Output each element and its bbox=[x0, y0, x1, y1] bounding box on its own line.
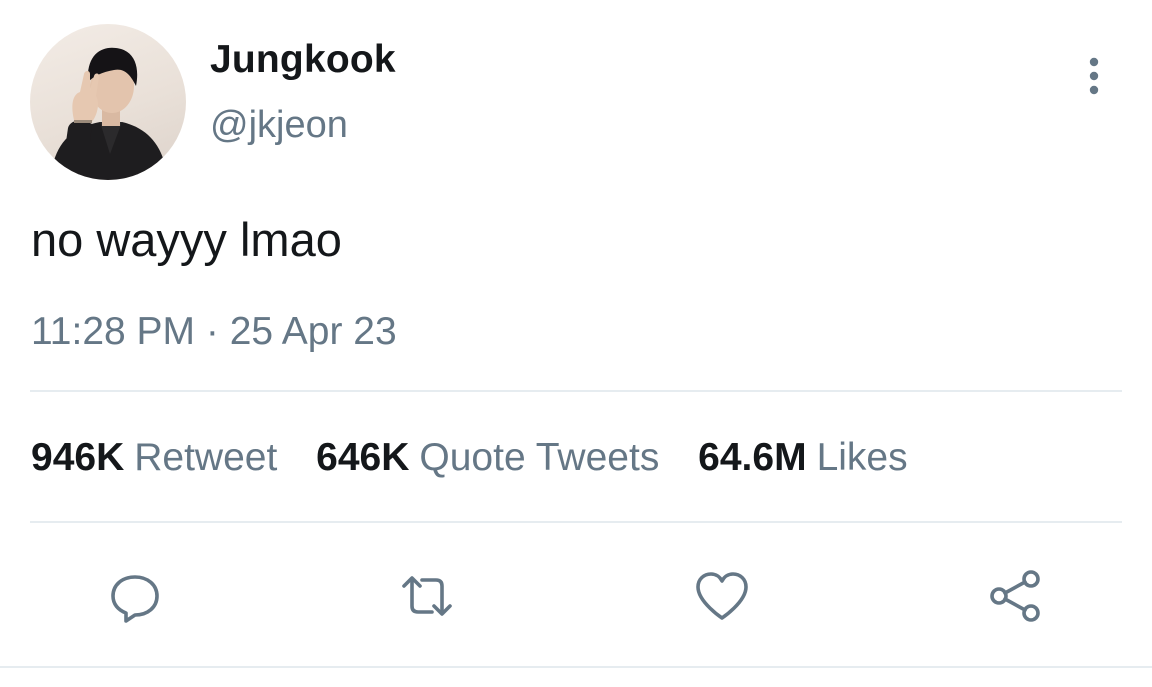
share-button[interactable] bbox=[987, 567, 1045, 625]
like-button[interactable] bbox=[693, 567, 751, 625]
profile-photo-icon bbox=[50, 47, 168, 180]
avatar[interactable] bbox=[30, 24, 186, 180]
tweet-card: Jungkook @jkjeon no wayyy lmao 11:28 PM … bbox=[0, 0, 1152, 687]
tweet-timestamp[interactable]: 11:28 PM · 25 Apr 23 bbox=[31, 310, 397, 354]
stat-quote-tweets[interactable]: 646K Quote Tweets bbox=[316, 436, 659, 480]
stat-label: Likes bbox=[816, 436, 908, 479]
share-icon bbox=[987, 567, 1045, 625]
divider bbox=[0, 666, 1152, 668]
divider bbox=[30, 521, 1122, 523]
stat-count: 946K bbox=[31, 436, 125, 479]
heart-icon bbox=[693, 568, 751, 624]
author-handle[interactable]: @jkjeon bbox=[210, 104, 348, 147]
author-name[interactable]: Jungkook bbox=[210, 38, 396, 82]
engagement-stats: 946K Retweet 646K Quote Tweets 64.6M Likes bbox=[31, 436, 936, 480]
stat-label: Retweet bbox=[134, 436, 278, 479]
retweet-button[interactable] bbox=[398, 567, 456, 625]
retweet-icon bbox=[398, 568, 456, 624]
stat-label: Quote Tweets bbox=[419, 436, 660, 479]
stat-count: 64.6M bbox=[698, 436, 807, 479]
stat-count: 646K bbox=[316, 436, 410, 479]
stat-likes[interactable]: 64.6M Likes bbox=[698, 436, 907, 480]
stat-retweets[interactable]: 946K Retweet bbox=[31, 436, 277, 480]
reply-icon bbox=[107, 568, 163, 624]
reply-button[interactable] bbox=[106, 567, 164, 625]
divider bbox=[30, 390, 1122, 392]
more-vertical-icon[interactable] bbox=[1082, 56, 1106, 96]
tweet-text: no wayyy lmao bbox=[31, 213, 342, 266]
